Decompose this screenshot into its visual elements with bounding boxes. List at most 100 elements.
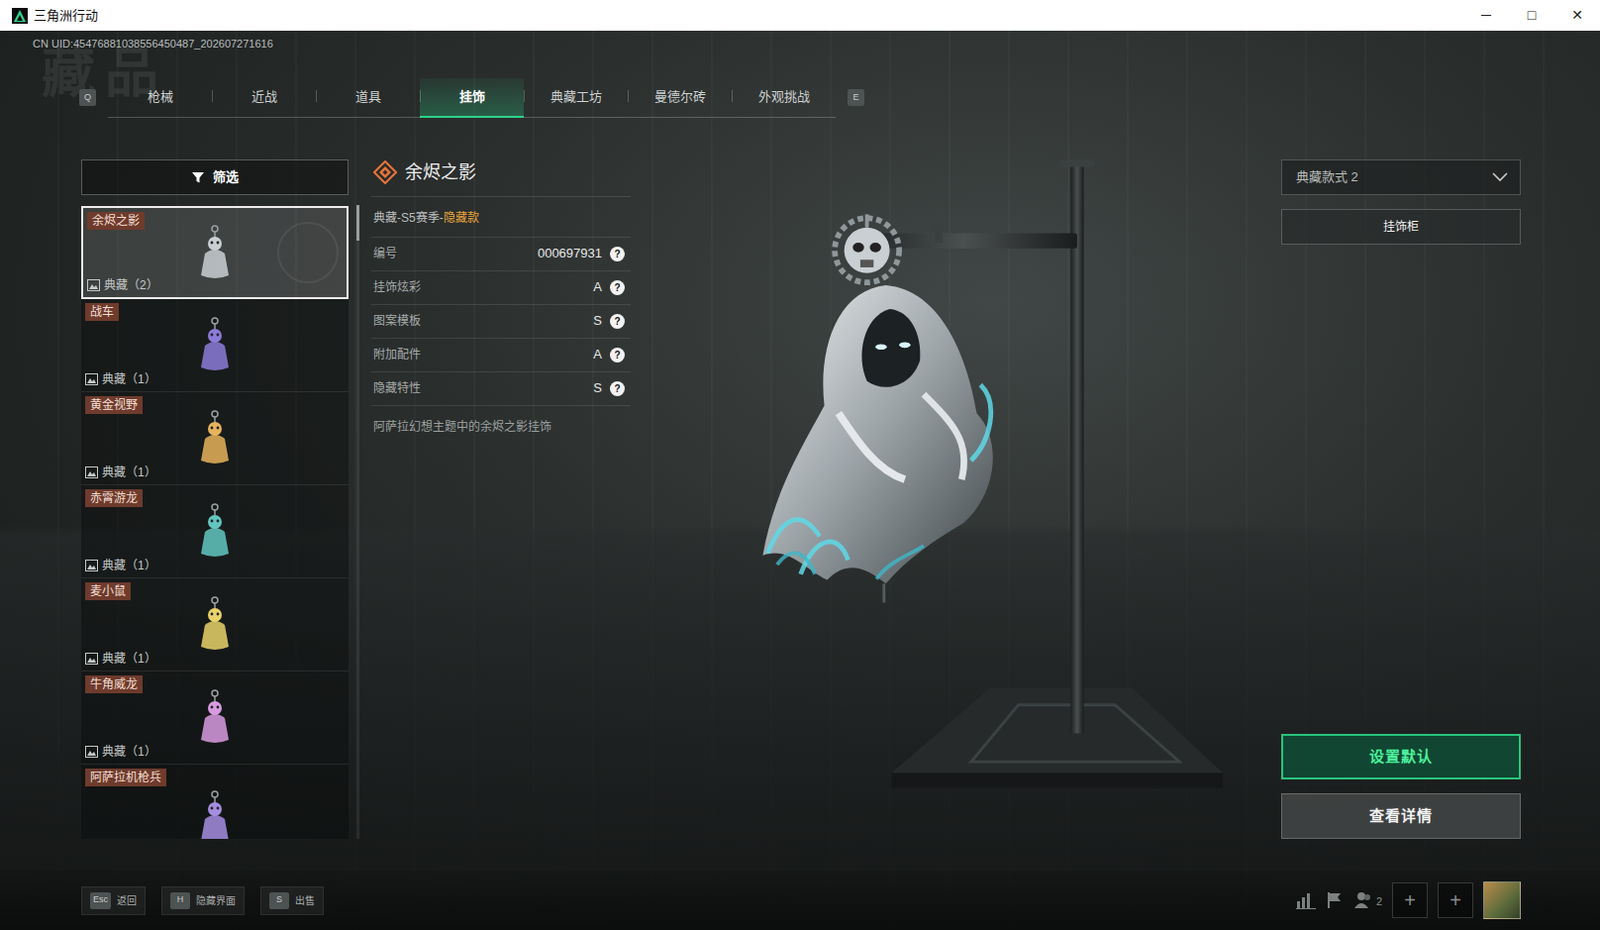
item-thumbnail bbox=[85, 693, 345, 744]
help-button[interactable]: ? bbox=[609, 246, 625, 262]
attribute-row: 编号000697931? bbox=[371, 237, 631, 272]
item-name: 黄金视野 bbox=[85, 396, 143, 414]
help-button[interactable]: ? bbox=[609, 347, 625, 363]
item-count: 典藏（1） bbox=[85, 464, 345, 481]
flag-icon bbox=[1325, 891, 1344, 909]
item-count-text: 典藏（1） bbox=[101, 464, 157, 481]
status-tray: 2 ++ bbox=[1296, 881, 1521, 919]
hotkey-list: Esc 返回 H隐藏界面 S出售 bbox=[81, 886, 324, 915]
squad-icon bbox=[1353, 891, 1374, 909]
header: CN UID:45476881038556450487_202607271616… bbox=[0, 30, 1600, 118]
scrollbar-thumb[interactable] bbox=[356, 204, 360, 241]
tab[interactable]: 典藏工坊 bbox=[523, 78, 628, 117]
hotkey-label: 隐藏界面 bbox=[196, 893, 236, 908]
charm-item[interactable]: 黄金视野典藏（1） bbox=[81, 392, 349, 486]
window-control-button[interactable]: ✕ bbox=[1554, 0, 1600, 31]
item-count-text: 典藏（1） bbox=[101, 743, 157, 760]
item-count: 典藏（1） bbox=[85, 557, 345, 574]
game-window: 三角洲行动 ─□✕ 藏品 CN UID:45476881038556450487… bbox=[0, 0, 1600, 930]
style-dropdown[interactable]: 典藏款式 2 bbox=[1281, 159, 1521, 196]
charm-item[interactable]: 战车典藏（1） bbox=[81, 299, 349, 393]
charm-item[interactable]: 牛角威龙典藏（1） bbox=[81, 671, 349, 765]
charm-preview[interactable] bbox=[662, 157, 1250, 840]
window-control-button[interactable]: ─ bbox=[1463, 0, 1509, 31]
detail-tag: 典藏-S5赛季-隐藏款 bbox=[371, 197, 631, 238]
hotkey-label: 返回 bbox=[116, 893, 137, 908]
attribute-label: 编号 bbox=[373, 244, 398, 263]
tab[interactable]: 挂饰 bbox=[419, 78, 524, 118]
attribute-label: 隐藏特性 bbox=[373, 379, 421, 398]
hotkey[interactable]: H隐藏界面 bbox=[161, 886, 245, 915]
attribute-row: 隐藏特性 S? bbox=[371, 372, 631, 406]
item-count-text: 典藏（1） bbox=[101, 557, 157, 574]
item-thumbnail bbox=[85, 600, 345, 651]
collection-icon bbox=[85, 373, 99, 386]
content: 筛选 余烬之影典藏（2）战车典藏（1）黄金视野典藏（1）赤霄游龙典藏（1）麦小鼠… bbox=[0, 117, 1600, 872]
collection-screen: 藏品 CN UID:45476881038556450487_202607271… bbox=[0, 30, 1600, 930]
item-count-text: 典藏（1） bbox=[101, 650, 157, 667]
tab[interactable]: 近战 bbox=[211, 78, 316, 117]
item-thumbnail bbox=[85, 320, 345, 372]
hotkey-key: S bbox=[269, 892, 290, 909]
item-count: 典藏（2） bbox=[87, 277, 343, 294]
item-thumbnail bbox=[87, 229, 343, 278]
attribute-row: 挂饰炫彩A? bbox=[371, 271, 631, 305]
squad-indicator[interactable]: 2 bbox=[1353, 891, 1383, 909]
detail-panel: 余烬之影典藏-S5赛季-隐藏款编号000697931?挂饰炫彩A?图案模板S?附… bbox=[371, 159, 631, 840]
item-name: 战车 bbox=[85, 302, 119, 321]
next-tab-key[interactable]: E bbox=[847, 89, 865, 106]
charm-item[interactable]: 麦小鼠典藏（1） bbox=[81, 578, 349, 672]
hotkey[interactable]: Esc 返回 bbox=[81, 886, 146, 915]
attribute-value: S bbox=[593, 310, 602, 331]
item-name: 赤霄游龙 bbox=[85, 489, 143, 507]
action-button[interactable]: 查看详情 bbox=[1281, 793, 1521, 839]
list-scrollbar[interactable] bbox=[356, 204, 360, 840]
prev-tab-key[interactable]: Q bbox=[79, 89, 97, 106]
charm-item[interactable]: 阿萨拉机枪兵 bbox=[81, 764, 349, 840]
help-button[interactable]: ? bbox=[609, 381, 625, 397]
filter-label: 筛选 bbox=[212, 167, 239, 188]
tag-prefix: 典藏-S5赛季- bbox=[373, 210, 444, 225]
action-button[interactable]: 设置默认 bbox=[1281, 733, 1521, 780]
item-count: 典藏（1） bbox=[85, 371, 345, 388]
item-thumbnail bbox=[85, 786, 345, 840]
tab[interactable]: 曼德尔砖 bbox=[627, 78, 732, 117]
filter-button[interactable]: 筛选 bbox=[81, 159, 349, 196]
attribute-row: 图案模板S? bbox=[371, 304, 631, 339]
help-button[interactable]: ? bbox=[609, 280, 625, 296]
player-avatar[interactable] bbox=[1483, 881, 1521, 919]
collection-icon bbox=[87, 279, 100, 292]
cabinet-button[interactable]: 挂饰柜 bbox=[1281, 208, 1521, 245]
tab[interactable]: 枪械 bbox=[107, 78, 212, 117]
window-control-button[interactable]: □ bbox=[1508, 0, 1555, 31]
item-thumbnail bbox=[85, 506, 345, 558]
squad-count: 2 bbox=[1376, 893, 1383, 910]
collection-icon bbox=[85, 652, 99, 665]
detail-description: 阿萨拉幻想主题中的余烬之影挂饰 bbox=[371, 405, 631, 436]
action-panel: 典藏款式 2 挂饰柜设置默认查看详情 bbox=[1281, 159, 1521, 840]
quality-diamond-icon bbox=[373, 160, 398, 185]
invite-slot[interactable]: + bbox=[1392, 882, 1428, 918]
tab[interactable]: 道具 bbox=[315, 78, 420, 117]
attribute-row: 附加配件A? bbox=[371, 338, 631, 373]
hotkey[interactable]: S出售 bbox=[260, 886, 324, 915]
charm-item[interactable]: 余烬之影典藏（2） bbox=[81, 205, 349, 300]
charm-figure-icon bbox=[193, 315, 237, 376]
charm-item[interactable]: 赤霄游龙典藏（1） bbox=[81, 485, 349, 579]
bottom-bar: Esc 返回 H隐藏界面 S出售 2 ++ bbox=[0, 870, 1600, 930]
detail-name: 余烬之影 bbox=[404, 159, 477, 187]
spacer bbox=[1281, 244, 1521, 735]
item-name: 麦小鼠 bbox=[85, 582, 131, 600]
stats-icon bbox=[1296, 891, 1316, 909]
item-count: 典藏（1） bbox=[85, 743, 345, 760]
item-thumbnail bbox=[85, 413, 345, 465]
attribute-value: A bbox=[593, 277, 602, 298]
attribute-label: 附加配件 bbox=[373, 345, 421, 364]
attribute-value: S bbox=[593, 378, 602, 399]
help-button[interactable]: ? bbox=[609, 313, 625, 329]
collection-icon bbox=[85, 559, 99, 572]
tab[interactable]: 外观挑战 bbox=[731, 78, 836, 117]
charm-figure-icon bbox=[193, 501, 237, 562]
hotkey-key: Esc bbox=[90, 892, 111, 909]
invite-slot[interactable]: + bbox=[1437, 882, 1474, 918]
